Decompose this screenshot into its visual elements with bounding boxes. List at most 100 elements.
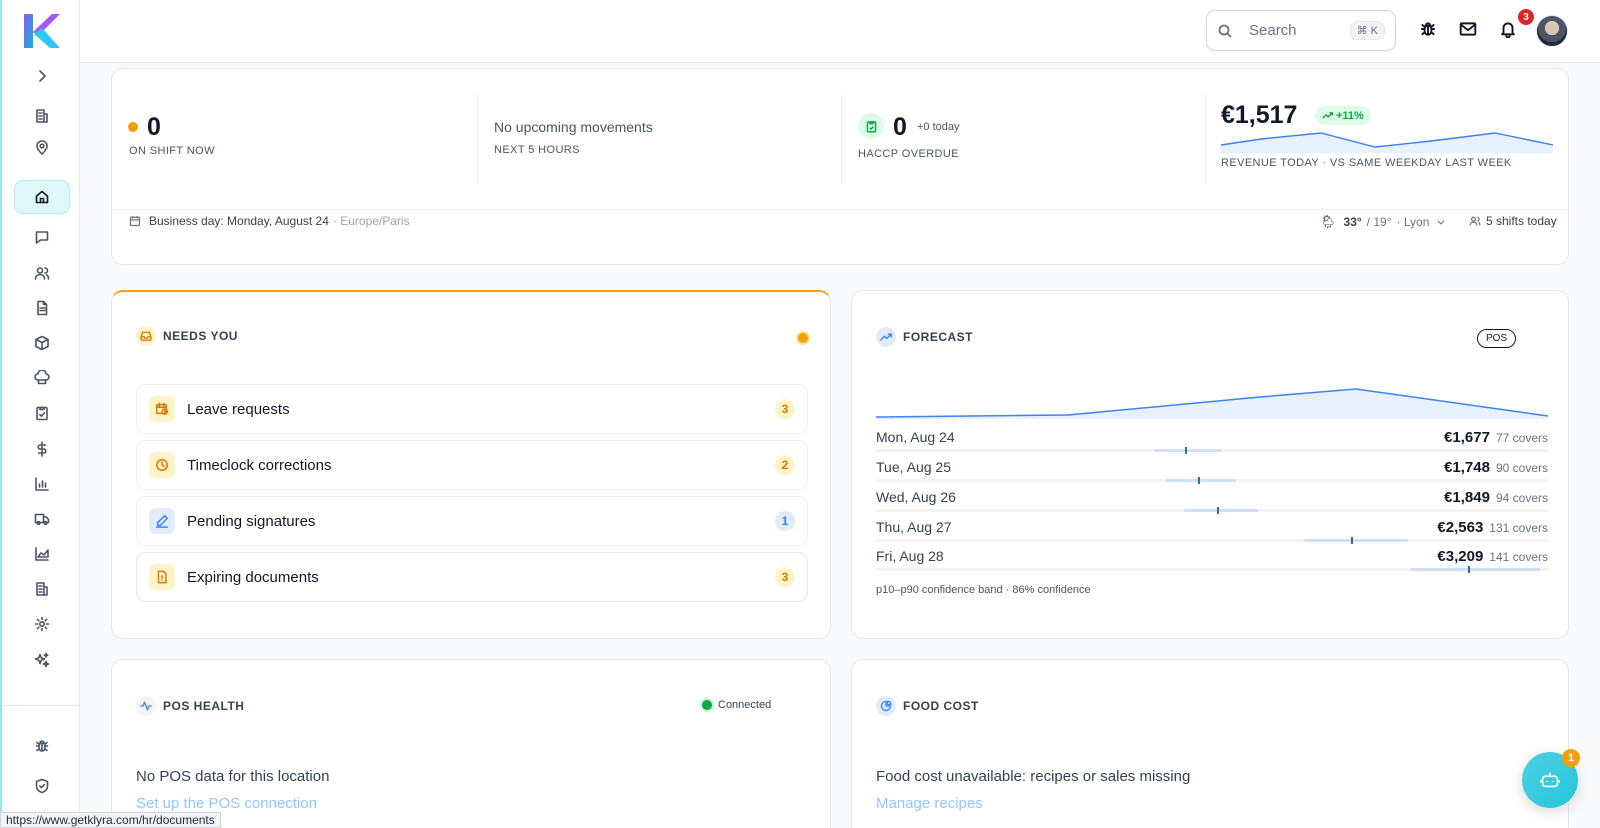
clock-icon-wrap	[149, 452, 175, 478]
sidebar-item-analytics[interactable]	[15, 538, 69, 570]
sidebar-item-company[interactable]	[15, 573, 69, 605]
forecast-row: Thu, Aug 27 €2,563 131 covers	[876, 519, 1548, 547]
sidebar-item-inventory[interactable]	[15, 327, 69, 359]
expand-sidebar-button[interactable]	[15, 60, 69, 92]
calendar-clock-icon-wrap	[149, 396, 175, 422]
status-dot	[702, 700, 712, 710]
need-row-leave-requests[interactable]: Leave requests 3	[136, 384, 808, 434]
file-alert-icon-wrap	[149, 564, 175, 590]
sidebar	[0, 0, 80, 828]
pos-health-card: POS HEALTH Connected No POS data for thi…	[111, 659, 831, 828]
bug-icon	[1420, 22, 1436, 36]
sidebar-item-ai[interactable]	[15, 644, 69, 676]
revenue-change: +11%	[1336, 109, 1364, 122]
inbox-button[interactable]	[1459, 20, 1479, 40]
sidebar-item-report-bug[interactable]	[15, 730, 69, 762]
forecast-row: Tue, Aug 25 €1,748 90 covers	[876, 459, 1548, 487]
activity-icon-wrap	[136, 696, 156, 716]
sidebar-item-messages[interactable]	[15, 221, 69, 253]
trending-up-icon	[880, 333, 892, 341]
sidebar-item-documents[interactable]	[15, 292, 69, 324]
on-shift-label: ON SHIFT NOW	[129, 145, 215, 157]
inbox-icon	[140, 331, 152, 341]
overview-card: 0 ON SHIFT NOW No upcoming movements NEX…	[111, 68, 1569, 265]
sidebar-item-security[interactable]	[15, 770, 69, 802]
topbar: Search ⌘ K 3	[80, 0, 1600, 63]
need-label: Expiring documents	[187, 568, 319, 586]
needs-you-card: NEEDS YOU Leave requests 3 Timeclock cor…	[111, 290, 831, 639]
forecast-footnote: p10–p90 confidence band · 86% confidence	[876, 584, 1091, 596]
pos-setup-link[interactable]: Set up the POS connection	[136, 795, 317, 812]
need-row-expiring-documents[interactable]: Expiring documents 3	[136, 552, 808, 602]
bell-icon	[1501, 22, 1515, 39]
haccp-label: HACCP OVERDUE	[858, 148, 959, 160]
on-shift-value: 0	[147, 113, 161, 141]
need-label: Pending signatures	[187, 512, 316, 530]
file-alert-icon	[157, 570, 167, 584]
forecast-value: €2,563 131 covers	[1437, 519, 1548, 536]
manage-recipes-link[interactable]: Manage recipes	[876, 795, 983, 812]
clipboard-check-icon	[866, 120, 876, 133]
forecast-track	[876, 566, 1548, 573]
calendar-clock-icon	[156, 402, 168, 415]
confidence-band	[1166, 477, 1236, 484]
chevron-right-icon	[39, 70, 46, 82]
sidebar-item-finance[interactable]	[15, 433, 69, 465]
sidebar-item-locations[interactable]	[15, 132, 69, 164]
forecast-value: €1,849 94 covers	[1444, 489, 1548, 506]
search-input[interactable]: Search ⌘ K	[1206, 10, 1396, 51]
forecast-covers: 141 covers	[1489, 550, 1548, 564]
sidebar-item-team[interactable]	[15, 257, 69, 289]
need-row-pending-signatures[interactable]: Pending signatures 1	[136, 496, 808, 546]
trending-up-icon	[1322, 112, 1333, 119]
report-bug-button[interactable]	[1419, 20, 1439, 40]
shifts-today[interactable]: 5 shifts today	[1469, 214, 1557, 228]
status-bar-url: https://www.getklyra.com/hr/documents	[0, 812, 221, 828]
revenue-label: REVENUE TODAY · VS SAME WEEKDAY LAST WEE…	[1221, 157, 1512, 169]
forecast-title: FORECAST	[903, 330, 973, 344]
sidebar-item-home[interactable]	[15, 181, 69, 213]
sidebar-item-settings[interactable]	[15, 608, 69, 640]
forecast-value: €1,748 90 covers	[1444, 459, 1548, 476]
forecast-marker	[1185, 447, 1187, 454]
map-pin-icon	[36, 140, 48, 155]
need-label: Timeclock corrections	[187, 456, 332, 474]
pos-badge[interactable]: POS	[1477, 329, 1517, 348]
notifications-button[interactable]	[1499, 20, 1519, 40]
user-avatar[interactable]	[1536, 15, 1568, 47]
chevron-down-icon	[1437, 220, 1445, 225]
food-cost-card: FOOD COST Food cost unavailable: recipes…	[851, 659, 1569, 828]
truck-icon	[34, 513, 50, 526]
need-row-timeclock-corrections[interactable]: Timeclock corrections 2	[136, 440, 808, 490]
forecast-row: Mon, Aug 24 €1,677 77 covers	[876, 429, 1548, 457]
movements-title: No upcoming movements	[494, 119, 653, 135]
users-icon	[1469, 216, 1481, 226]
weather-low: / 19°	[1366, 215, 1392, 229]
business-day: Business day: Monday, August 24	[149, 214, 329, 228]
sidebar-item-organizations[interactable]	[15, 100, 69, 132]
search-label: Search	[1249, 22, 1297, 39]
pos-health-header: POS HEALTH	[136, 696, 244, 716]
food-cost-header: FOOD COST	[876, 696, 979, 716]
sidebar-item-recipes[interactable]	[15, 362, 69, 394]
divider	[112, 209, 1568, 210]
need-count: 3	[775, 399, 795, 419]
needs-you-title: NEEDS YOU	[163, 329, 238, 343]
sidebar-item-reports[interactable]	[15, 468, 69, 500]
sidebar-item-haccp[interactable]	[15, 397, 69, 429]
activity-icon	[140, 701, 152, 711]
pie-chart-icon	[880, 700, 892, 712]
bot-icon	[1540, 772, 1560, 788]
building-icon	[36, 109, 48, 123]
message-icon	[35, 231, 49, 244]
forecast-amount: €3,209	[1437, 548, 1484, 565]
bug-icon	[35, 740, 49, 752]
app-logo[interactable]	[22, 12, 62, 52]
sidebar-item-deliveries[interactable]	[15, 503, 69, 535]
forecast-amount: €1,748	[1444, 459, 1490, 476]
divider	[841, 94, 842, 184]
weather-selector[interactable]: 🌦 33° / 19° · Lyon	[1320, 214, 1446, 230]
clipboard-check-icon	[36, 406, 48, 421]
forecast-amount: €1,849	[1444, 489, 1490, 506]
business-day-row: Business day: Monday, August 24 · Europe…	[129, 214, 410, 228]
